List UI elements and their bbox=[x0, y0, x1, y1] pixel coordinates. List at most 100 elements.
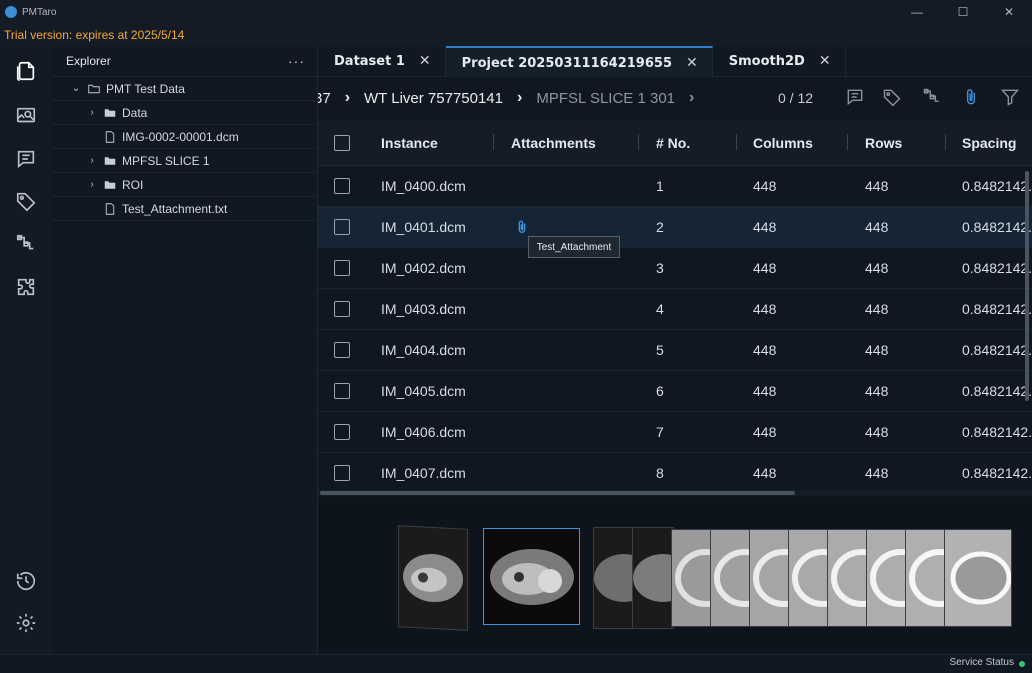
slice-thumbnail[interactable] bbox=[593, 527, 635, 629]
tree-item-mpfsl[interactable]: › MPFSL SLICE 1 bbox=[52, 149, 317, 173]
slice-thumbnail[interactable] bbox=[671, 529, 713, 627]
slice-thumbnail[interactable] bbox=[905, 529, 947, 627]
chevron-right-icon[interactable]: › bbox=[86, 179, 98, 190]
scrollbar-thumb[interactable] bbox=[320, 491, 795, 495]
slice-thumbnail[interactable] bbox=[398, 525, 468, 631]
slice-thumbnail[interactable] bbox=[710, 529, 752, 627]
header-attachments[interactable]: Attachments bbox=[511, 120, 596, 165]
table-row[interactable]: IM_0404.dcm 5 448 448 0.8482142... bbox=[318, 330, 1032, 371]
minimize-button[interactable]: — bbox=[894, 0, 940, 24]
scrollbar-thumb[interactable] bbox=[1025, 171, 1029, 401]
breadcrumb-item-current[interactable]: WT Liver 757750141 bbox=[364, 90, 503, 107]
row-checkbox[interactable] bbox=[334, 260, 350, 276]
image-viewer-icon[interactable] bbox=[0, 95, 52, 137]
tree-item-attachment[interactable]: Test_Attachment.txt bbox=[52, 197, 317, 221]
tree-item-img[interactable]: IMG-0002-00001.dcm bbox=[52, 125, 317, 149]
tab-smooth2d[interactable]: Smooth2D ✕ bbox=[713, 46, 846, 76]
breadcrumb-item-next[interactable]: MPFSL SLICE 1 301 bbox=[536, 90, 675, 107]
row-checkbox[interactable] bbox=[334, 383, 350, 399]
slice-thumbnail[interactable] bbox=[866, 529, 908, 627]
slice-thumbnail-selected[interactable] bbox=[483, 528, 580, 625]
header-spacing[interactable]: Spacing bbox=[962, 120, 1016, 165]
table-row[interactable]: IM_0402.dcm 3 448 448 0.8482142... bbox=[318, 248, 1032, 289]
maximize-button[interactable]: ☐ bbox=[940, 0, 986, 24]
chevron-right-icon[interactable]: › bbox=[689, 89, 694, 107]
slice-thumbnail[interactable] bbox=[827, 529, 869, 627]
cell-rows: 448 bbox=[865, 424, 889, 440]
settings-icon[interactable] bbox=[0, 602, 52, 644]
more-options-icon[interactable]: ··· bbox=[288, 53, 305, 69]
tag-tool-icon[interactable] bbox=[881, 86, 903, 108]
close-icon[interactable]: ✕ bbox=[686, 55, 698, 71]
service-status-label[interactable]: Service Status bbox=[950, 657, 1014, 668]
chevron-down-icon[interactable]: ⌄ bbox=[70, 83, 82, 94]
slice-thumbnail[interactable] bbox=[749, 529, 791, 627]
select-all-checkbox[interactable] bbox=[334, 135, 350, 151]
files-icon[interactable] bbox=[0, 50, 52, 92]
table-row[interactable]: IM_0405.dcm 6 448 448 0.8482142... bbox=[318, 371, 1032, 412]
header-number[interactable]: # No. bbox=[656, 120, 690, 165]
chevron-right-icon[interactable]: › bbox=[86, 155, 98, 166]
row-checkbox[interactable] bbox=[334, 301, 350, 317]
header-columns[interactable]: Columns bbox=[753, 120, 813, 165]
horizontal-scrollbar[interactable] bbox=[318, 490, 1032, 496]
column-divider[interactable] bbox=[493, 134, 494, 150]
row-checkbox[interactable] bbox=[334, 178, 350, 194]
status-dot-icon bbox=[1019, 661, 1025, 667]
history-icon[interactable] bbox=[0, 560, 52, 602]
folder-icon bbox=[102, 178, 118, 192]
cell-instance: IM_0404.dcm bbox=[381, 342, 466, 358]
pager-count: 0 / 12 bbox=[778, 90, 814, 106]
row-checkbox[interactable] bbox=[334, 219, 350, 235]
tree-item-label: IMG-0002-00001.dcm bbox=[122, 129, 239, 144]
slice-thumbnail[interactable] bbox=[944, 529, 1012, 627]
slice-thumbnail[interactable] bbox=[632, 527, 674, 629]
cell-columns: 448 bbox=[753, 465, 777, 481]
column-divider[interactable] bbox=[638, 134, 639, 150]
table-row[interactable]: IM_0406.dcm 7 448 448 0.8482142... bbox=[318, 412, 1032, 453]
chevron-right-icon[interactable]: › bbox=[86, 107, 98, 118]
comments-icon[interactable] bbox=[0, 138, 52, 180]
vertical-scrollbar[interactable] bbox=[1024, 165, 1032, 490]
folder-open-icon bbox=[86, 82, 102, 96]
cell-rows: 448 bbox=[865, 465, 889, 481]
cell-columns: 448 bbox=[753, 301, 777, 317]
app-name: PMTaro bbox=[22, 6, 57, 18]
cell-spacing: 0.8482142... bbox=[962, 178, 1032, 194]
activity-bar bbox=[0, 46, 53, 654]
header-rows[interactable]: Rows bbox=[865, 120, 902, 165]
workflow-tool-icon[interactable] bbox=[921, 86, 943, 108]
tags-icon[interactable] bbox=[0, 180, 52, 222]
tab-project[interactable]: Project 20250311164219655 ✕ bbox=[445, 46, 713, 78]
row-checkbox[interactable] bbox=[334, 342, 350, 358]
cell-rows: 448 bbox=[865, 301, 889, 317]
column-divider[interactable] bbox=[945, 134, 946, 150]
workflow-icon[interactable] bbox=[0, 223, 52, 265]
cell-instance: IM_0407.dcm bbox=[381, 465, 466, 481]
status-bar: Service Status bbox=[0, 654, 1032, 673]
slice-thumbnail[interactable] bbox=[788, 529, 830, 627]
header-instance[interactable]: Instance bbox=[381, 120, 438, 165]
table-row[interactable]: IM_0400.dcm 1 448 448 0.8482142... bbox=[318, 166, 1032, 207]
tree-item-roi[interactable]: › ROI bbox=[52, 173, 317, 197]
table-row[interactable]: IM_0407.dcm 8 448 448 0.8482142... bbox=[318, 453, 1032, 490]
comment-tool-icon[interactable] bbox=[844, 86, 866, 108]
column-divider[interactable] bbox=[736, 134, 737, 150]
attachment-tool-icon[interactable] bbox=[960, 86, 982, 108]
cell-columns: 448 bbox=[753, 424, 777, 440]
tree-item-data[interactable]: › Data bbox=[52, 101, 317, 125]
row-checkbox[interactable] bbox=[334, 424, 350, 440]
close-icon[interactable]: ✕ bbox=[419, 53, 431, 69]
extensions-icon[interactable] bbox=[0, 266, 52, 308]
table-row[interactable]: IM_0401.dcm 2 448 448 0.8482142... bbox=[318, 207, 1032, 248]
cell-rows: 448 bbox=[865, 342, 889, 358]
tree-item-root[interactable]: ⌄ PMT Test Data bbox=[52, 77, 317, 101]
filter-icon[interactable] bbox=[999, 86, 1021, 108]
column-divider[interactable] bbox=[847, 134, 848, 150]
tab-dataset-1[interactable]: Dataset 1 ✕ bbox=[318, 46, 446, 76]
close-icon[interactable]: ✕ bbox=[819, 53, 831, 69]
table-row[interactable]: IM_0403.dcm 4 448 448 0.8482142... bbox=[318, 289, 1032, 330]
close-window-button[interactable]: ✕ bbox=[986, 0, 1032, 24]
row-checkbox[interactable] bbox=[334, 465, 350, 481]
breadcrumb-item-partial[interactable]: 37 bbox=[318, 90, 331, 107]
